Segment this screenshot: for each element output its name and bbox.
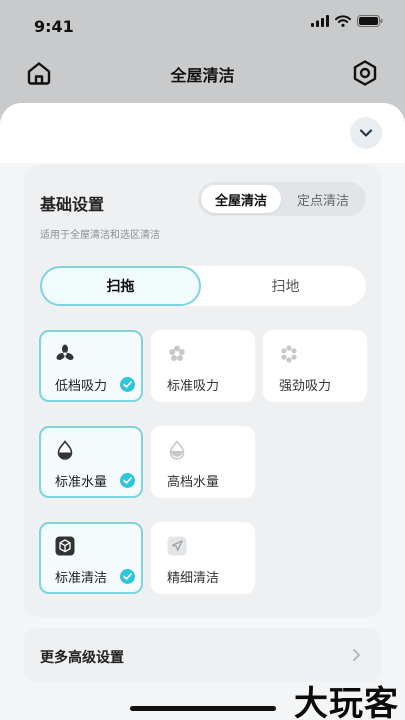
settings-button[interactable] [349,57,381,89]
cube-icon [55,536,75,556]
check-icon [120,569,135,584]
tile-label: 高档水量 [167,475,220,490]
check-icon [120,377,135,392]
tile-label: 强劲吸力 [279,379,332,394]
water-option-high[interactable]: 高档水量 [151,426,255,498]
tile-label: 标准水量 [55,475,108,490]
suction-option-strong[interactable]: 强劲吸力 [263,330,367,402]
status-icons [311,15,383,27]
status-bar: 9:41 [0,0,405,50]
fan-icon [55,344,75,364]
more-settings-row[interactable]: 更多高级设置 [24,628,381,682]
chevron-down-icon [359,129,373,137]
sheet-handle-area [0,103,405,163]
tile-label: 标准吸力 [167,379,220,394]
clean-mode-segment: 全屋清洁 定点清洁 [198,182,366,216]
signal-icon [311,15,329,27]
settings-sheet: 基础设置 适用于全屋清洁和选区清洁 全屋清洁 定点清洁 扫拖 扫地 低档吸力 标… [0,103,405,720]
route-option-standard[interactable]: 标准清洁 [39,522,143,594]
card-title: 基础设置 [40,195,105,214]
water-option-standard[interactable]: 标准水量 [39,426,143,498]
water-drop-icon [167,440,187,460]
page-title: 全屋清洁 [170,66,235,85]
fan-icon [167,344,187,364]
water-drop-icon [55,440,75,460]
check-icon [120,473,135,488]
chevron-right-icon [353,649,360,661]
wifi-icon [335,15,351,27]
route-option-fine[interactable]: 精细清洁 [151,522,255,594]
suction-option-standard[interactable]: 标准吸力 [151,330,255,402]
basic-settings-card: 基础设置 适用于全屋清洁和选区清洁 全屋清洁 定点清洁 扫拖 扫地 低档吸力 标… [24,165,381,617]
tab-sweep-mop[interactable]: 扫拖 [40,266,201,306]
tile-label: 标准清洁 [55,571,108,586]
suction-option-low[interactable]: 低档吸力 [39,330,143,402]
home-indicator [130,706,276,711]
collapse-button[interactable] [350,117,382,149]
battery-icon [357,15,383,27]
settings-icon [353,60,377,86]
tile-label: 低档吸力 [55,379,108,394]
card-subtitle: 适用于全屋清洁和选区清洁 [40,230,160,241]
status-time: 9:41 [34,17,74,36]
tab-spot-clean[interactable]: 定点清洁 [283,185,363,213]
more-settings-label: 更多高级设置 [40,650,124,666]
tab-sweep-only[interactable]: 扫地 [205,266,366,306]
tab-whole-house[interactable]: 全屋清洁 [201,185,281,213]
fan-icon [279,344,299,364]
clean-type-segment: 扫拖 扫地 [40,266,366,306]
watermark: 大玩客 [294,684,399,720]
tile-label: 精细清洁 [167,571,220,586]
navigation-icon [167,536,187,556]
header: 全屋清洁 [0,50,405,96]
